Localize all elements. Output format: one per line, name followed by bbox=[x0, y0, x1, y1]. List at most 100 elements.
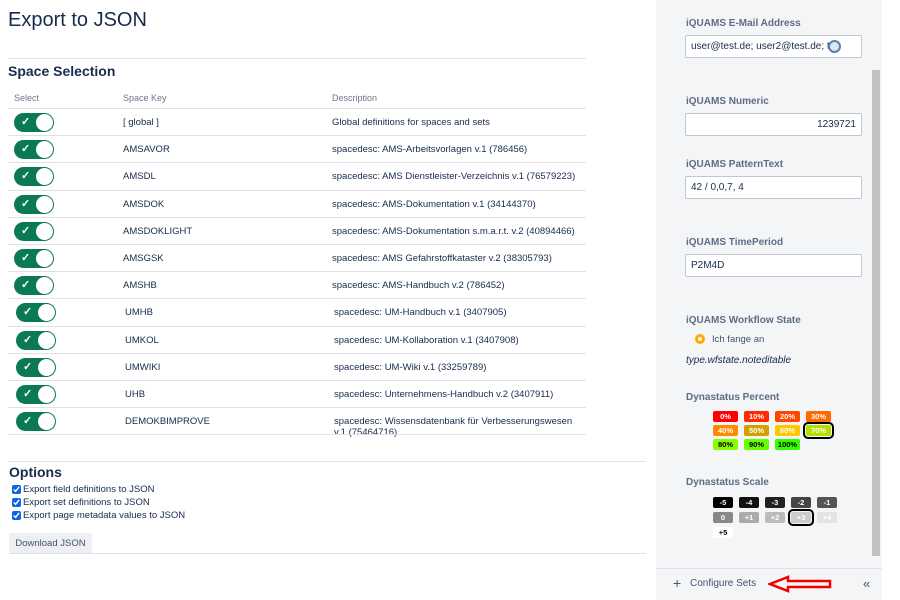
sidebar-scrollbar[interactable] bbox=[872, 70, 880, 556]
divider bbox=[8, 58, 586, 59]
space-key: UHB bbox=[125, 389, 146, 400]
period-input[interactable] bbox=[685, 254, 862, 277]
space-description: spacedesc: UM-Wiki v.1 (33259789) bbox=[334, 361, 487, 373]
toggle-knob bbox=[36, 277, 53, 295]
space-description: Global definitions for spaces and sets bbox=[332, 117, 490, 128]
percent-badge[interactable]: 40% bbox=[713, 425, 738, 436]
scale-badge[interactable]: -2 bbox=[791, 497, 811, 508]
check-icon: ✓ bbox=[21, 197, 31, 210]
option-export-fields[interactable]: Export field definitions to JSON bbox=[12, 484, 154, 495]
column-space-key: Space Key bbox=[123, 93, 167, 103]
space-key: AMSAVOR bbox=[123, 144, 170, 156]
checkbox[interactable] bbox=[12, 498, 21, 507]
check-icon: ✓ bbox=[21, 224, 31, 237]
option-export-sets[interactable]: Export set definitions to JSON bbox=[12, 497, 150, 508]
workflow-state: Ich fange an bbox=[712, 334, 765, 345]
percent-badge[interactable]: 10% bbox=[744, 411, 769, 422]
page-title: Export to JSON bbox=[8, 9, 147, 31]
select-toggle[interactable]: ✓ bbox=[16, 357, 56, 377]
option-label: Export page metadata values to JSON bbox=[23, 510, 186, 521]
pattern-label: iQUAMS PatternText bbox=[686, 159, 784, 170]
options-heading: Options bbox=[9, 464, 62, 480]
scale-badge[interactable]: +4 bbox=[817, 512, 837, 523]
numeric-input[interactable] bbox=[685, 113, 862, 136]
collapse-sidebar-icon[interactable]: « bbox=[863, 576, 870, 591]
scale-badge[interactable]: -3 bbox=[765, 497, 785, 508]
password-manager-icon[interactable] bbox=[828, 40, 841, 53]
toggle-knob bbox=[38, 413, 55, 431]
percent-badge[interactable]: 70% bbox=[803, 422, 834, 439]
space-key: AMSGSK bbox=[123, 253, 164, 264]
select-toggle[interactable]: ✓ bbox=[14, 194, 54, 214]
space-key: AMSHB bbox=[123, 280, 157, 292]
space-selection-heading: Space Selection bbox=[8, 63, 116, 79]
table-row: ✓ AMSDL spacedesc: AMS Dienstleister-Verze… bbox=[8, 162, 586, 189]
percent-badge[interactable]: 80% bbox=[713, 439, 738, 450]
email-label: iQUAMS E-Mail Address bbox=[686, 18, 801, 29]
percent-badge[interactable]: 30% bbox=[806, 411, 831, 422]
plus-icon[interactable]: + bbox=[673, 575, 681, 591]
percent-badge[interactable]: 20% bbox=[775, 411, 800, 422]
sidebar-panel: iQUAMS E-Mail Address iQUAMS Numeric iQU… bbox=[656, 0, 882, 568]
space-key: DEMOKBIMPROVE bbox=[125, 416, 210, 428]
sidebar-footer: + Configure Sets « bbox=[656, 568, 882, 600]
select-toggle[interactable]: ✓ bbox=[16, 303, 56, 323]
scale-badge[interactable]: -4 bbox=[739, 497, 759, 508]
space-key: AMSDL bbox=[123, 171, 156, 183]
configure-sets-link[interactable]: Configure Sets bbox=[690, 578, 756, 589]
select-toggle[interactable]: ✓ bbox=[16, 330, 56, 350]
space-key: UMHB bbox=[125, 307, 153, 319]
scale-badge[interactable]: -1 bbox=[817, 497, 837, 508]
table-row: ✓ AMSGSK spacedesc: AMS Gefahrstoffkataste… bbox=[8, 244, 586, 271]
download-json-button[interactable]: Download JSON bbox=[9, 533, 92, 554]
percent-badge[interactable]: 0% bbox=[713, 411, 738, 422]
workflow-state-radio-icon[interactable] bbox=[695, 334, 705, 344]
select-toggle[interactable]: ✓ bbox=[16, 385, 56, 404]
space-key: AMSDOK bbox=[123, 198, 165, 210]
checkbox[interactable] bbox=[12, 485, 21, 494]
option-label: Export set definitions to JSON bbox=[23, 497, 150, 508]
toggle-knob bbox=[38, 304, 55, 322]
table-row: ✓ AMSDOK spacedesc: AMS-Dokumentation v.1 … bbox=[8, 189, 586, 217]
divider bbox=[8, 461, 646, 462]
table-row: ✓ AMSAVOR spacedesc: AMS-Arbeitsvorlagen v… bbox=[8, 135, 586, 162]
select-toggle[interactable]: ✓ bbox=[16, 412, 56, 432]
scale-badge[interactable]: 0 bbox=[713, 512, 733, 523]
percent-badge[interactable]: 50% bbox=[744, 425, 769, 436]
check-icon: ✓ bbox=[23, 415, 33, 428]
table-row: ✓ UHB spacedesc: Unternehmens-Handbuch v.2… bbox=[8, 380, 586, 407]
space-description: spacedesc: UM-Kollaboration v.1 (3407908… bbox=[334, 334, 519, 346]
divider bbox=[8, 434, 586, 435]
select-toggle[interactable]: ✓ bbox=[14, 249, 54, 268]
select-toggle[interactable]: ✓ bbox=[14, 221, 54, 241]
option-label: Export field definitions to JSON bbox=[23, 484, 155, 495]
toggle-knob bbox=[36, 141, 53, 159]
percent-badge[interactable]: 90% bbox=[744, 439, 769, 450]
scale-badge[interactable]: -5 bbox=[713, 497, 733, 508]
check-icon: ✓ bbox=[23, 306, 33, 319]
space-description: spacedesc: AMS-Dokumentation v.1 (341443… bbox=[332, 198, 536, 210]
pattern-input[interactable] bbox=[685, 176, 862, 199]
percent-badge[interactable]: 100% bbox=[775, 439, 800, 450]
scale-badge[interactable]: +1 bbox=[739, 512, 759, 523]
scale-badge[interactable]: +5 bbox=[713, 527, 733, 538]
option-export-metadata[interactable]: Export page metadata values to JSON bbox=[12, 510, 185, 521]
percent-badge[interactable]: 60% bbox=[775, 425, 800, 436]
check-icon: ✓ bbox=[23, 333, 33, 346]
select-toggle[interactable]: ✓ bbox=[14, 167, 54, 187]
check-icon: ✓ bbox=[21, 279, 31, 292]
select-toggle[interactable]: ✓ bbox=[14, 140, 54, 160]
scale-badge[interactable]: +2 bbox=[765, 512, 785, 523]
toggle-knob bbox=[36, 195, 53, 213]
toggle-knob bbox=[38, 358, 55, 376]
select-toggle[interactable]: ✓ bbox=[14, 113, 54, 132]
table-row: ✓ UMKOL spacedesc: UM-Kollaboration v.1 (3… bbox=[8, 325, 586, 353]
checkbox[interactable] bbox=[12, 511, 21, 520]
workflow-note: type.wfstate.noteditable bbox=[686, 355, 792, 366]
space-description: spacedesc: AMS-Dokumentation s.m.a.r.t. … bbox=[332, 225, 575, 237]
table-row: ✓ [ global ] Global definitions for spaces… bbox=[8, 108, 586, 135]
select-toggle[interactable]: ✓ bbox=[14, 276, 54, 296]
check-icon: ✓ bbox=[23, 388, 33, 400]
space-description: spacedesc: UM-Handbuch v.1 (3407905) bbox=[334, 307, 507, 319]
scale-badge[interactable]: +3 bbox=[788, 509, 814, 526]
